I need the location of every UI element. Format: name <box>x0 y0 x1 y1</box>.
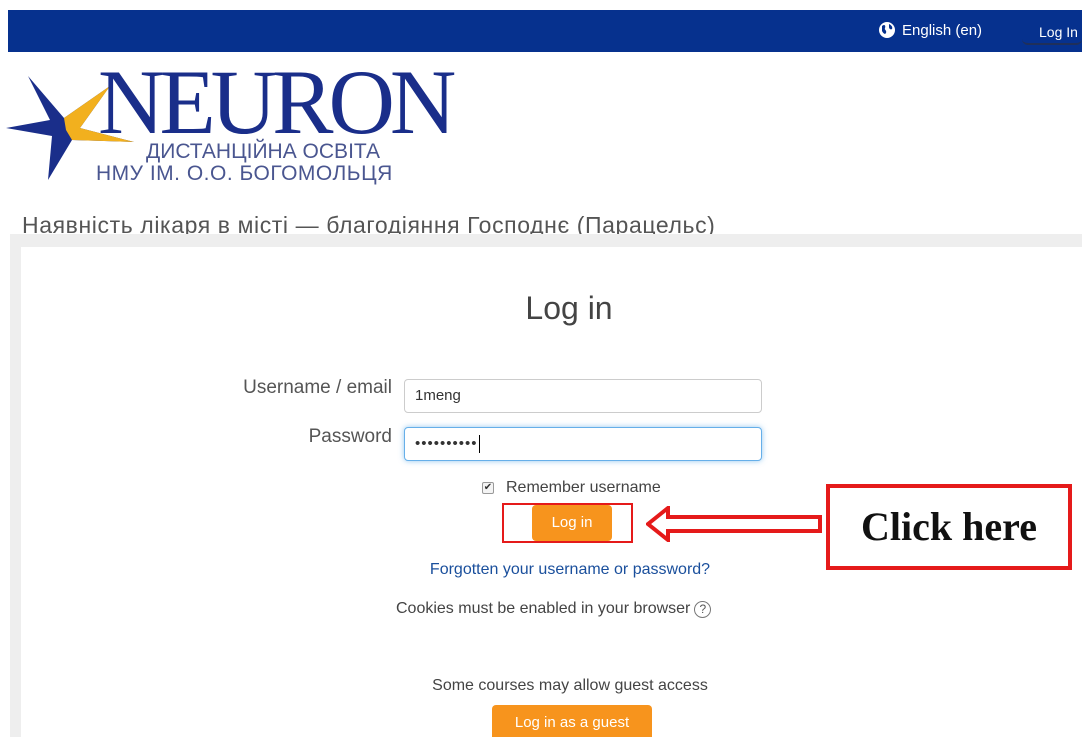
logo-subtitle-1: ДИСТАНЦІЙНА ОСВІТА <box>146 140 381 163</box>
language-menu[interactable]: English (en) <box>878 21 982 39</box>
remember-username-checkbox[interactable]: ✔ Remember username <box>482 479 661 497</box>
password-input[interactable]: •••••••••• <box>404 427 762 461</box>
top-navbar: English (en) Log In <box>8 10 1082 52</box>
logo-subtitle-2: НМУ ІМ. О.О. БОГОМОЛЬЦЯ <box>96 162 393 185</box>
cookies-notice: Cookies must be enabled in your browser … <box>396 600 712 618</box>
guest-login-button[interactable]: Log in as a guest <box>492 705 652 737</box>
forgot-password-link[interactable]: Forgotten your username or password? <box>0 561 1082 579</box>
remember-username-label: Remember username <box>506 479 661 496</box>
language-label: English (en) <box>902 21 983 39</box>
login-button[interactable]: Log in <box>532 505 612 541</box>
left-arrow-icon <box>646 506 822 542</box>
username-label: Username / email <box>243 377 392 398</box>
checkbox-checked-icon[interactable]: ✔ <box>482 482 494 494</box>
site-logo[interactable]: NEURON ДИСТАНЦІЙНА ОСВІТА НМУ ІМ. О.О. Б… <box>6 56 456 195</box>
top-login-link[interactable]: Log In <box>1022 21 1082 45</box>
guest-access-text: Some courses may allow guest access <box>432 677 708 694</box>
logo-title: NEURON <box>98 51 456 153</box>
text-caret <box>478 435 480 454</box>
username-input[interactable]: 1meng <box>404 379 762 413</box>
cookies-text: Cookies must be enabled in your browser <box>396 600 691 617</box>
password-mask: •••••••••• <box>415 435 478 452</box>
globe-icon <box>879 22 895 38</box>
annotation-callout: Click here <box>826 484 1072 570</box>
question-circle-icon[interactable]: ? <box>694 600 712 618</box>
page-title: Log in <box>525 290 613 326</box>
password-label: Password <box>308 426 392 447</box>
